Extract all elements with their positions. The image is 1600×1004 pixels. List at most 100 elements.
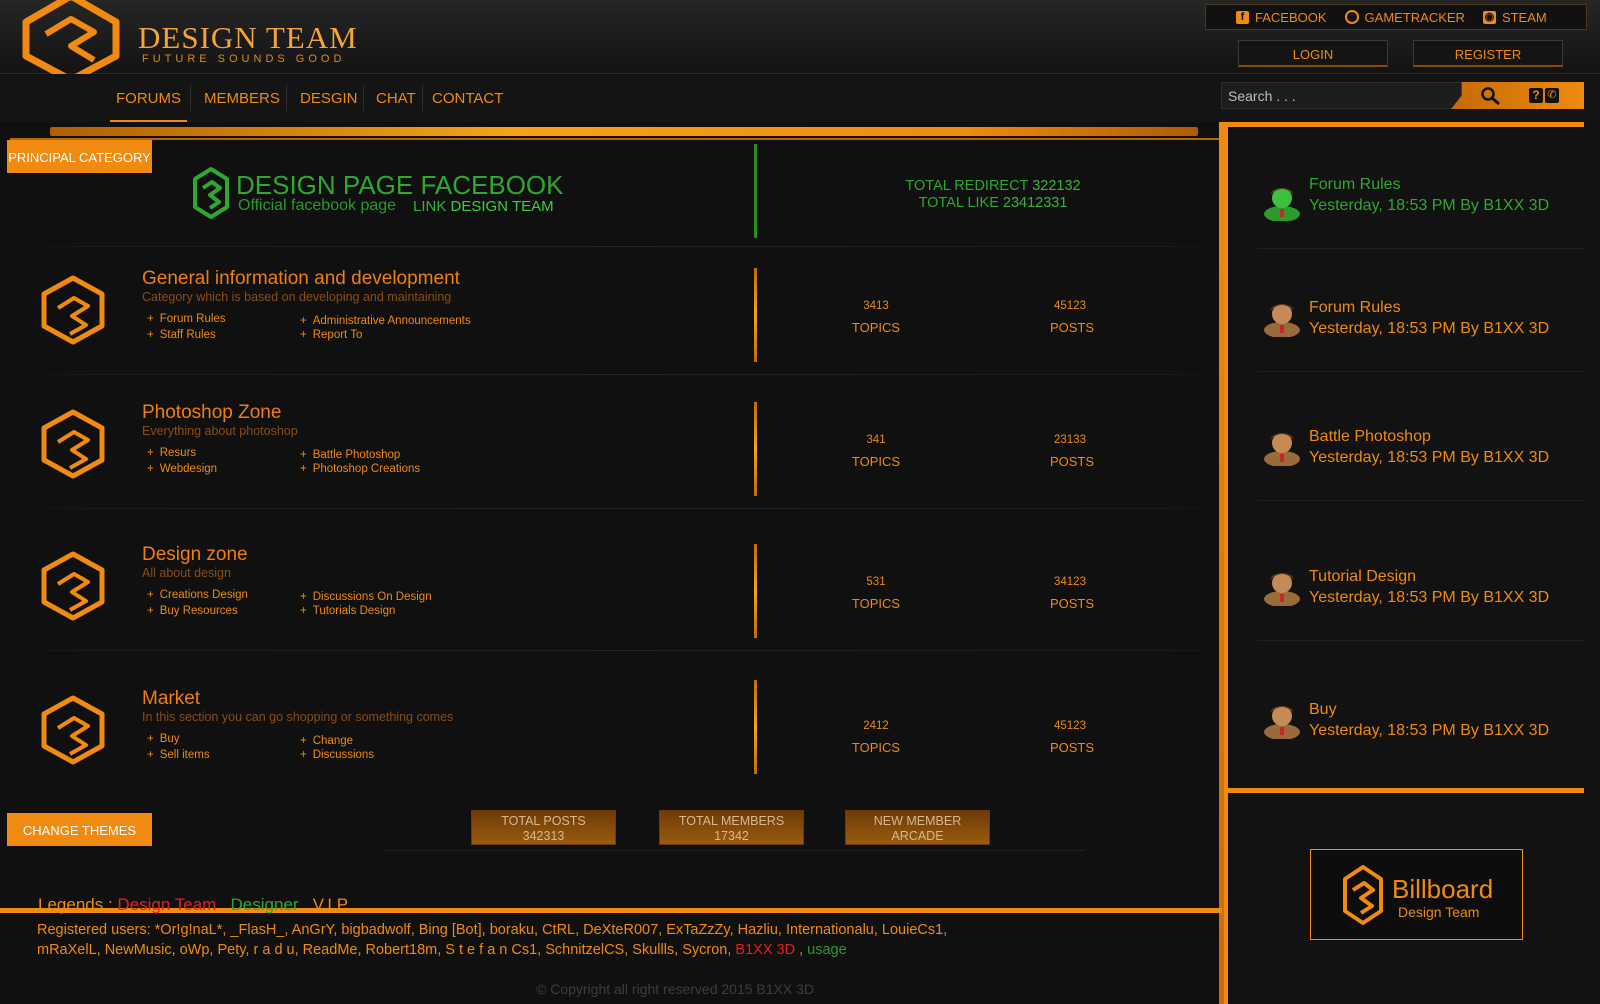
subforum-link[interactable]: + Forum Rules bbox=[147, 313, 226, 325]
recent-post-item[interactable]: Forum Rules Yesterday, 18:53 PM By B1XX 3… bbox=[1262, 299, 1582, 359]
change-themes-button[interactable]: CHANGE THEMES bbox=[7, 813, 152, 846]
facebook-label: FACEBOOK bbox=[1255, 9, 1327, 25]
plus-icon: + bbox=[147, 733, 154, 745]
subforum-label: Battle Photoshop bbox=[312, 449, 401, 461]
facebook-page-subtitle: Official facebook page bbox=[238, 197, 397, 214]
subforum-label: Buy bbox=[159, 733, 180, 745]
facebook-page-logo-icon[interactable] bbox=[192, 166, 230, 220]
topics-label: TOPICS bbox=[851, 320, 901, 335]
subforum-link[interactable]: + Sell items bbox=[147, 749, 210, 761]
category-title[interactable]: Market bbox=[142, 688, 200, 710]
recent-post-title: Forum Rules bbox=[1309, 176, 1401, 193]
nav-contact[interactable]: CONTACT bbox=[432, 75, 503, 121]
plus-icon: + bbox=[300, 735, 307, 747]
login-button[interactable]: LOGIN bbox=[1238, 40, 1388, 67]
posts-label: POSTS bbox=[1049, 454, 1095, 469]
subforum-label: Change bbox=[312, 735, 354, 747]
legends-label: Legends : bbox=[38, 895, 113, 914]
topics-count: 3413 bbox=[863, 300, 889, 312]
row-divider bbox=[754, 544, 757, 638]
brand-tagline: FUTURE SOUNDS GOOD bbox=[142, 53, 346, 65]
legend-designer: Designer bbox=[230, 895, 299, 914]
search-actions bbox=[1451, 82, 1584, 109]
posts-count: 45123 bbox=[1054, 720, 1086, 732]
recent-post-item[interactable]: Battle Photoshop Yesterday, 18:53 PM By B… bbox=[1262, 428, 1582, 488]
recent-post-meta: Yesterday, 18:53 PM By B1XX 3D bbox=[1309, 449, 1550, 466]
facebook-link[interactable]: f FACEBOOK bbox=[1236, 10, 1327, 25]
legend-design-team: Design Team bbox=[117, 895, 217, 914]
decorative-border bbox=[1224, 122, 1228, 1004]
nav-forums[interactable]: FORUMS bbox=[110, 75, 187, 123]
header: DESIGN TEAM FUTURE SOUNDS GOOD f FACEBOO… bbox=[0, 0, 1600, 74]
forum-category-row: Photoshop Zone Everything about photoshop… bbox=[0, 378, 1222, 509]
row-separator bbox=[45, 650, 1205, 651]
nav-members[interactable]: MEMBERS bbox=[204, 75, 280, 121]
category-description: In this section you can go shopping or s… bbox=[142, 710, 454, 724]
help-icon[interactable]: ? bbox=[1529, 88, 1543, 103]
total-redirect-stat: TOTAL REDIRECT 322132 bbox=[868, 178, 1118, 194]
recent-post-title: Buy bbox=[1309, 701, 1337, 718]
new-member-label: NEW MEMBER bbox=[873, 814, 962, 828]
plus-icon: + bbox=[147, 749, 154, 761]
recent-post-item[interactable]: Buy Yesterday, 18:53 PM By B1XX 3D bbox=[1262, 701, 1582, 761]
main-nav: FORUMS MEMBERS DESGIN CHAT CONTACT ? ✆ bbox=[0, 75, 1600, 123]
plus-icon: + bbox=[147, 447, 154, 459]
posts-count: 34123 bbox=[1054, 576, 1086, 588]
plus-icon: + bbox=[300, 449, 307, 461]
billboard[interactable]: Billboard Design Team bbox=[1310, 849, 1523, 940]
registered-user-usage[interactable]: usage bbox=[807, 942, 847, 958]
search-icon[interactable] bbox=[1480, 86, 1502, 106]
subforum-link[interactable]: + Tutorials Design bbox=[300, 605, 395, 617]
topics-count: 2412 bbox=[863, 720, 889, 732]
link-prefix: LINK bbox=[413, 198, 447, 215]
subforum-link[interactable]: + Buy Resources bbox=[147, 605, 238, 617]
subforum-link[interactable]: + Photoshop Creations bbox=[300, 463, 420, 475]
subforum-link[interactable]: + Battle Photoshop bbox=[300, 449, 400, 461]
subforum-link[interactable]: + Discussions bbox=[300, 749, 374, 761]
recent-post-item[interactable]: Forum Rules Yesterday, 18:53 PM By B1XX 3… bbox=[1262, 176, 1582, 236]
gametracker-icon bbox=[1344, 10, 1359, 24]
category-title[interactable]: General information and development bbox=[142, 268, 460, 290]
nav-design[interactable]: DESGIN bbox=[300, 75, 358, 121]
subforum-label: Discussions On Design bbox=[312, 591, 432, 603]
nav-divider bbox=[422, 85, 423, 111]
gametracker-link[interactable]: GAMETRACKER bbox=[1344, 10, 1465, 25]
recent-post-item[interactable]: Tutorial Design Yesterday, 18:53 PM By B1… bbox=[1262, 568, 1582, 628]
subforum-link[interactable]: + Administrative Announcements bbox=[300, 315, 471, 327]
recent-post-meta: Yesterday, 18:53 PM By B1XX 3D bbox=[1309, 589, 1550, 606]
total-posts-box: TOTAL POSTS 342313 bbox=[471, 810, 616, 845]
category-title[interactable]: Design zone bbox=[142, 544, 248, 566]
category-title[interactable]: Photoshop Zone bbox=[142, 402, 281, 424]
facebook-page-link[interactable]: LINK DESIGN TEAM bbox=[413, 198, 554, 215]
new-member-box[interactable]: NEW MEMBER ARCADE bbox=[845, 810, 990, 845]
decorative-stripe bbox=[50, 127, 1198, 136]
nav-divider bbox=[286, 85, 287, 111]
subforum-link[interactable]: + Change bbox=[300, 735, 353, 747]
subforum-link[interactable]: + Report To bbox=[300, 329, 362, 341]
category-icon bbox=[41, 275, 105, 345]
sidebar-separator bbox=[1258, 371, 1584, 372]
register-button[interactable]: REGISTER bbox=[1413, 40, 1563, 67]
subforum-link[interactable]: + Discussions On Design bbox=[300, 591, 432, 603]
plus-icon: + bbox=[147, 463, 154, 475]
logo-icon[interactable] bbox=[16, 0, 126, 74]
copyright: © Copyright all right reserved 2015 B1XX… bbox=[536, 981, 815, 997]
subforum-link[interactable]: + Creations Design bbox=[147, 589, 248, 601]
plus-icon: + bbox=[300, 605, 307, 617]
search-input[interactable] bbox=[1228, 85, 1448, 107]
row-divider bbox=[754, 680, 757, 774]
subforum-link[interactable]: + Webdesign bbox=[147, 463, 217, 475]
phone-icon[interactable]: ✆ bbox=[1545, 88, 1559, 103]
plus-icon: + bbox=[300, 329, 307, 341]
steam-link[interactable]: ◉ STEAM bbox=[1482, 10, 1547, 25]
subforum-label: Resurs bbox=[159, 447, 197, 459]
category-icon bbox=[41, 409, 105, 479]
nav-chat[interactable]: CHAT bbox=[376, 75, 416, 121]
category-description: Category which is based on developing an… bbox=[142, 290, 452, 304]
subforum-link[interactable]: + Buy bbox=[147, 733, 180, 745]
user-avatar-icon bbox=[1264, 433, 1300, 466]
registered-user-admin[interactable]: B1XX 3D bbox=[735, 942, 795, 958]
subforum-link[interactable]: + Resurs bbox=[147, 447, 196, 459]
social-links: f FACEBOOK GAMETRACKER ◉ STEAM bbox=[1205, 4, 1587, 30]
subforum-link[interactable]: + Staff Rules bbox=[147, 329, 216, 341]
